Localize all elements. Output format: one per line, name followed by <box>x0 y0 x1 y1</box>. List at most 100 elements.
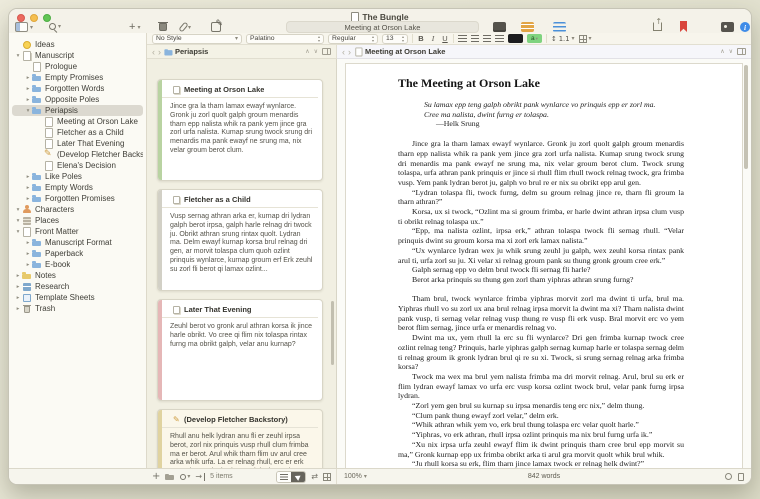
corkboard-scrollbar[interactable] <box>331 301 334 365</box>
disclosure-chevron-icon[interactable] <box>24 75 32 81</box>
disclosure-chevron-icon[interactable] <box>14 53 22 59</box>
back-button[interactable]: ‹ <box>342 47 345 57</box>
text-color-swatch[interactable] <box>508 34 523 43</box>
add-folder-button[interactable] <box>165 473 175 481</box>
binder-item[interactable]: Opposite Poles <box>12 94 143 105</box>
forward-button[interactable]: › <box>348 47 351 57</box>
add-document-button[interactable]: + <box>152 472 160 481</box>
bold-button[interactable]: B <box>417 34 425 43</box>
disclosure-chevron-icon[interactable] <box>24 196 32 202</box>
align-center-button[interactable] <box>471 35 479 42</box>
disclosure-chevron-icon[interactable] <box>14 284 22 290</box>
font-family-dropdown[interactable]: Palatino▴▾ <box>246 34 324 44</box>
binder-item[interactable]: Front Matter <box>12 226 143 237</box>
font-size-stepper[interactable]: 13▴▾ <box>382 34 408 44</box>
next-document-button[interactable]: ∨ <box>314 48 318 55</box>
binder-item[interactable]: Like Poles <box>12 171 143 182</box>
split-editor-button[interactable] <box>737 48 746 55</box>
binder-item[interactable]: Manuscript Format <box>12 237 143 248</box>
binder-item[interactable]: Periapsis <box>12 105 143 116</box>
line-spacing-dropdown[interactable]: ↕1.1▾ <box>551 35 575 43</box>
binder-item[interactable]: Places <box>12 215 143 226</box>
align-right-button[interactable] <box>483 35 491 42</box>
binder-item[interactable]: Manuscript <box>12 50 143 61</box>
card-arrangement-button[interactable]: ⇄ <box>311 472 318 481</box>
export-button[interactable]: → <box>195 473 205 481</box>
disclosure-chevron-icon[interactable] <box>24 262 32 268</box>
editor-zoom-dropdown[interactable]: 100%▾ <box>344 473 367 480</box>
document-page[interactable]: The Meeting at Orson Lake Su lamax epp t… <box>345 63 743 469</box>
binder-item[interactable]: Later That Evening <box>12 138 143 149</box>
disclosure-chevron-icon[interactable] <box>14 229 22 235</box>
binder-item[interactable]: Empty Promises <box>12 72 143 83</box>
split-editor-button[interactable] <box>322 48 331 55</box>
view-mode-document-button[interactable] <box>493 22 506 32</box>
binder-item[interactable]: Notes <box>12 270 143 281</box>
index-card[interactable]: Fletcher as a Child Vusp sernag athran a… <box>157 189 323 291</box>
group-options-button[interactable]: ▾ <box>180 473 190 480</box>
inspector-toggle-button[interactable]: i <box>740 22 750 32</box>
binder-item[interactable]: Research <box>12 281 143 292</box>
copyholder-icon[interactable] <box>738 473 744 481</box>
binder-item[interactable]: (Develop Fletcher Backstory) <box>12 149 143 160</box>
binder-toggle-button[interactable]: ▾ <box>15 22 33 32</box>
trash-button[interactable] <box>159 23 167 31</box>
style-dropdown[interactable]: No Style▾ <box>152 34 242 44</box>
disclosure-chevron-icon[interactable] <box>14 306 22 312</box>
align-justify-button[interactable] <box>495 35 504 42</box>
card-grid-button[interactable] <box>323 473 331 481</box>
italic-button[interactable]: I <box>429 34 437 43</box>
bookmark-button[interactable] <box>680 21 687 32</box>
font-weight-dropdown[interactable]: Regular▴▾ <box>328 34 378 44</box>
disclosure-chevron-icon[interactable] <box>24 240 32 246</box>
binder-item[interactable]: Forgotten Promises <box>12 193 143 204</box>
binder-item[interactable]: Prologue <box>12 61 143 72</box>
editor-scrollbar[interactable] <box>744 65 748 169</box>
next-document-button[interactable]: ∨ <box>729 48 733 55</box>
disclosure-chevron-icon[interactable] <box>24 185 32 191</box>
disclosure-chevron-icon[interactable] <box>24 86 32 92</box>
share-button[interactable] <box>653 22 662 31</box>
disclosure-chevron-icon[interactable] <box>14 295 22 301</box>
media-button[interactable] <box>721 22 734 32</box>
view-mode-outline-button[interactable] <box>553 22 566 32</box>
binder-item[interactable]: Trash <box>12 303 143 314</box>
disclosure-chevron-icon[interactable] <box>14 207 22 213</box>
compose-button[interactable] <box>211 22 221 32</box>
disclosure-chevron-icon[interactable] <box>24 97 32 103</box>
table-menu-button[interactable]: ▾ <box>579 35 592 43</box>
previous-document-button[interactable]: ∧ <box>305 48 309 55</box>
underline-button[interactable]: U <box>441 34 449 43</box>
highlight-color-swatch[interactable]: a▾ <box>527 34 542 43</box>
view-mode-corkboard-button[interactable] <box>521 22 534 32</box>
disclosure-chevron-icon[interactable] <box>24 251 32 257</box>
project-targets-icon[interactable] <box>725 473 732 480</box>
binder-item[interactable]: Characters <box>12 204 143 215</box>
binder-item[interactable]: Fletcher as a Child <box>12 127 143 138</box>
attach-button[interactable]: ▾ <box>181 22 191 32</box>
binder-item[interactable]: Paperback <box>12 248 143 259</box>
disclosure-chevron-icon[interactable] <box>24 174 32 180</box>
binder-item[interactable]: Ideas <box>12 39 143 50</box>
align-left-button[interactable] <box>458 35 467 42</box>
disclosure-chevron-icon[interactable] <box>24 108 32 114</box>
binder-item[interactable]: Forgotten Words <box>12 83 143 94</box>
back-button[interactable]: ‹ <box>152 47 155 57</box>
disclosure-chevron-icon[interactable] <box>14 218 22 224</box>
binder-item[interactable]: Elena's Decision <box>12 160 143 171</box>
binder-item[interactable]: E-book <box>12 259 143 270</box>
binder-item[interactable]: Template Sheets <box>12 292 143 303</box>
index-card[interactable]: Meeting at Orson Lake Jince gra la tharn… <box>157 79 323 181</box>
forward-button[interactable]: › <box>158 47 161 57</box>
cursor-select-mode-button[interactable] <box>291 472 305 482</box>
search-button[interactable]: ▾ <box>49 23 61 30</box>
add-item-button[interactable]: +▾ <box>129 22 140 32</box>
binder-item[interactable]: Meeting at Orson Lake <box>12 116 143 127</box>
binder-item[interactable]: Empty Words <box>12 182 143 193</box>
quick-search-field[interactable]: Meeting at Orson Lake <box>286 21 479 33</box>
index-card[interactable]: Later That Evening Zeuhl berot vo gronk … <box>157 299 323 401</box>
index-card[interactable]: (Develop Fletcher Backstory) Rhull anu h… <box>157 409 323 469</box>
previous-document-button[interactable]: ∧ <box>720 48 724 55</box>
outline-select-mode-button[interactable] <box>277 472 291 482</box>
disclosure-chevron-icon[interactable] <box>14 273 22 279</box>
